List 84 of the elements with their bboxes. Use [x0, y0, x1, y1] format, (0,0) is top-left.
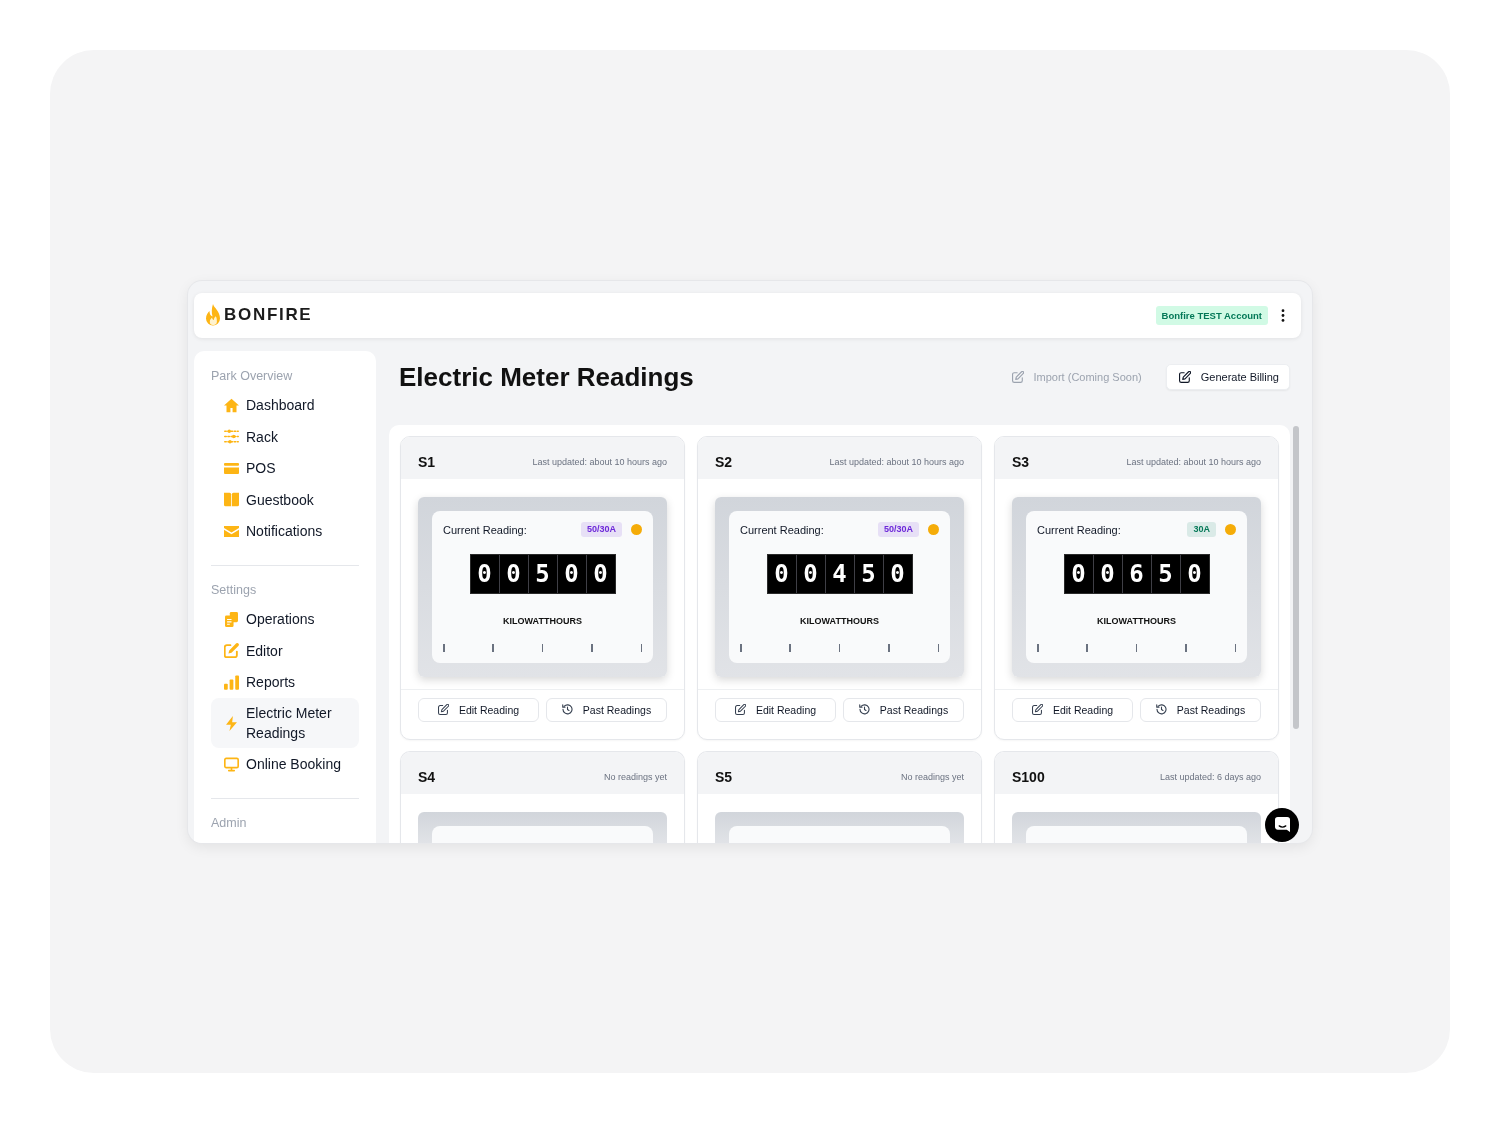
odometer-digit: 6	[1122, 554, 1151, 593]
sidebar-item[interactable]: Rack	[211, 421, 359, 452]
history-icon	[858, 704, 870, 715]
odometer-digit: 0	[767, 554, 796, 593]
last-updated-text: No readings yet	[603, 771, 667, 782]
pencil-square-icon	[1178, 370, 1191, 383]
odometer-digit: 5	[528, 554, 557, 593]
past-readings-button[interactable]: Past Readings	[546, 697, 667, 722]
past-readings-button[interactable]: Past Readings	[843, 697, 964, 722]
more-menu-icon[interactable]	[1281, 308, 1285, 322]
edit-reading-button[interactable]: Edit Reading	[418, 697, 539, 722]
section-heading: Settings	[211, 581, 258, 598]
envelope-icon	[224, 523, 239, 539]
pencil-square-icon	[224, 643, 239, 658]
odometer-digit: 0	[1093, 554, 1122, 593]
past-readings-button[interactable]: Past Readings	[1140, 697, 1261, 722]
odometer-digit: 0	[586, 554, 615, 593]
sidebar-item[interactable]: Dashboard	[211, 389, 359, 421]
lightning-icon	[224, 715, 239, 731]
reading-label: Current Reading:	[443, 523, 527, 536]
last-updated-text: Last updated: about 10 hours ago	[1126, 456, 1261, 467]
sidebar-item[interactable]: Editor	[211, 635, 359, 666]
monitor-icon	[224, 756, 239, 772]
house-icon	[224, 397, 239, 413]
odometer-digit: 0	[499, 554, 528, 593]
odometer-digit: 0	[470, 554, 499, 593]
meter-name: S5	[715, 768, 733, 785]
odometer-digit: 5	[1151, 554, 1180, 593]
sidebar-item[interactable]: Reports	[211, 666, 359, 698]
edit-reading-button[interactable]: Edit Reading	[1012, 697, 1133, 722]
pencil-square-icon	[1011, 370, 1024, 383]
pencil-square-icon	[1031, 704, 1043, 715]
section-heading: Park Overview	[211, 367, 294, 384]
pencil-square-icon	[734, 704, 746, 715]
last-updated-text: Last updated: 6 days ago	[1159, 771, 1261, 782]
odometer-digit: 0	[1064, 554, 1093, 593]
edit-reading-button[interactable]: Edit Reading	[715, 697, 836, 722]
amperage-tag: 50/30A	[877, 522, 919, 537]
meter-name: S3	[1012, 453, 1030, 470]
section-heading: Admin	[211, 814, 248, 831]
odometer-digit: 0	[1180, 554, 1209, 593]
sidebar-item[interactable]: Electric Meter Readings	[211, 698, 359, 748]
book-icon	[224, 492, 239, 507]
account-badge: Bonfire TEST Account	[1155, 305, 1268, 325]
generate-button[interactable]: Generate Billing	[1165, 363, 1290, 390]
pencil-square-icon	[437, 704, 449, 715]
documents-icon	[224, 611, 239, 627]
unit-label: KILOWATTHOURS	[503, 615, 582, 627]
last-updated-text: Last updated: about 10 hours ago	[532, 456, 667, 467]
odometer-digit: 0	[796, 554, 825, 593]
sliders-icon	[224, 429, 239, 444]
credit-card-icon	[224, 460, 239, 476]
meter-name: S4	[418, 768, 436, 785]
meter-name: S2	[715, 453, 733, 470]
amperage-tag: 50/30A	[580, 522, 622, 537]
odometer-digit: 5	[854, 554, 883, 593]
scrollbar-thumb[interactable]	[1293, 425, 1299, 729]
odometer-digit: 0	[557, 554, 586, 593]
status-dot-icon	[928, 524, 939, 535]
meter-name: S1	[418, 453, 436, 470]
status-dot-icon	[1225, 524, 1236, 535]
logo-wordmark: BONFIRE	[224, 305, 313, 325]
amperage-tag: 30A	[1187, 522, 1216, 537]
reading-label: Current Reading:	[1037, 523, 1121, 536]
sidebar-item[interactable]: Operations	[211, 603, 359, 635]
reading-label: Current Reading:	[740, 523, 824, 536]
odometer-digit: 4	[825, 554, 854, 593]
last-updated-text: Last updated: about 10 hours ago	[829, 456, 964, 467]
bar-chart-icon	[224, 674, 239, 690]
sidebar-item[interactable]: Online Booking	[211, 748, 359, 780]
sidebar-item[interactable]: Notifications	[211, 515, 359, 547]
status-dot-icon	[631, 524, 642, 535]
history-icon	[1155, 704, 1167, 715]
sidebar-item[interactable]: Guestbook	[211, 484, 359, 515]
unit-label: KILOWATTHOURS	[1097, 615, 1176, 627]
page-title: Electric Meter Readings	[399, 360, 694, 393]
last-updated-text: No readings yet	[900, 771, 964, 782]
meter-name: S100	[1012, 768, 1045, 785]
sidebar-item[interactable]: POS	[211, 452, 359, 484]
chat-bubble-icon	[1274, 817, 1290, 832]
flame-icon	[205, 304, 221, 326]
odometer-digit: 0	[883, 554, 912, 593]
unit-label: KILOWATTHOURS	[800, 615, 879, 627]
history-icon	[561, 704, 573, 715]
